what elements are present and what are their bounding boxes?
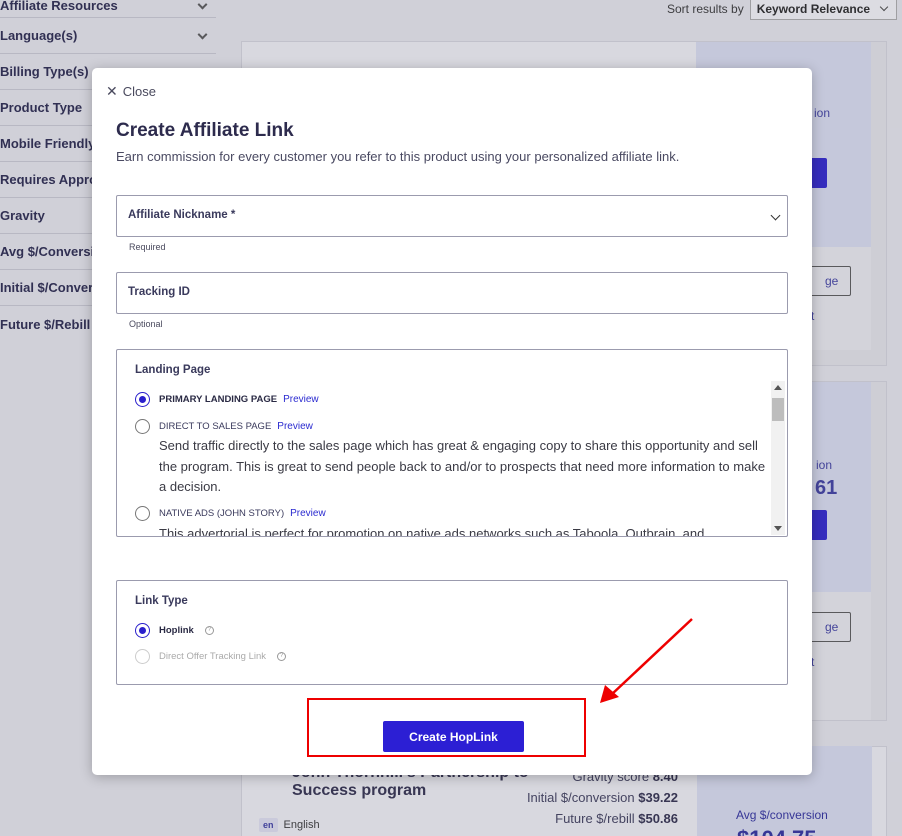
linktype-option-hoplink[interactable]: Hoplink ? [135, 623, 214, 638]
create-affiliate-link-modal: ✕ Close Create Affiliate Link Earn commi… [92, 68, 812, 775]
modal-subtitle: Earn commission for every customer you r… [116, 149, 680, 164]
modal-title: Create Affiliate Link [116, 120, 294, 141]
scroll-thumb[interactable] [772, 398, 784, 421]
landing-option-native-ads[interactable]: NATIVE ADS (JOHN STORY) Preview [135, 506, 326, 521]
landing-option-sales-page[interactable]: DIRECT TO SALES PAGE Preview [135, 419, 313, 434]
tracking-hint: Optional [129, 319, 163, 329]
radio-selected[interactable] [135, 623, 150, 638]
landing-option-description: This advertorial is perfect for promotio… [159, 526, 705, 537]
preview-link[interactable]: Preview [283, 394, 319, 405]
chevron-down-icon [770, 210, 781, 221]
highlight-box: Create HopLink [307, 698, 586, 757]
affiliate-nickname-select[interactable]: Affiliate Nickname * [116, 195, 788, 237]
create-hoplink-button[interactable]: Create HopLink [383, 721, 524, 752]
help-icon[interactable]: ? [277, 652, 287, 661]
radio-disabled [135, 649, 150, 664]
red-arrow-annotation [600, 618, 693, 703]
tracking-id-field[interactable]: Tracking ID [116, 272, 788, 314]
radio-unselected[interactable] [135, 506, 150, 521]
linktype-option-direct-offer: Direct Offer Tracking Link ? [135, 649, 287, 664]
scroll-up-icon[interactable] [774, 385, 782, 390]
close-button[interactable]: ✕ Close [106, 83, 156, 100]
landing-option-primary[interactable]: PRIMARY LANDING PAGE Preview [135, 392, 319, 407]
help-icon[interactable]: ? [204, 626, 214, 635]
radio-selected[interactable] [135, 392, 150, 407]
preview-link[interactable]: Preview [277, 421, 313, 432]
landing-page-group: Landing Page PRIMARY LANDING PAGE Previe… [116, 349, 788, 537]
radio-unselected[interactable] [135, 419, 150, 434]
close-icon: ✕ [106, 83, 118, 99]
nickname-hint: Required [129, 242, 166, 252]
landing-option-description: Send traffic directly to the sales page … [159, 438, 766, 494]
scroll-down-icon[interactable] [774, 526, 782, 531]
landing-scrollbar[interactable] [771, 381, 785, 535]
preview-link[interactable]: Preview [290, 508, 326, 519]
